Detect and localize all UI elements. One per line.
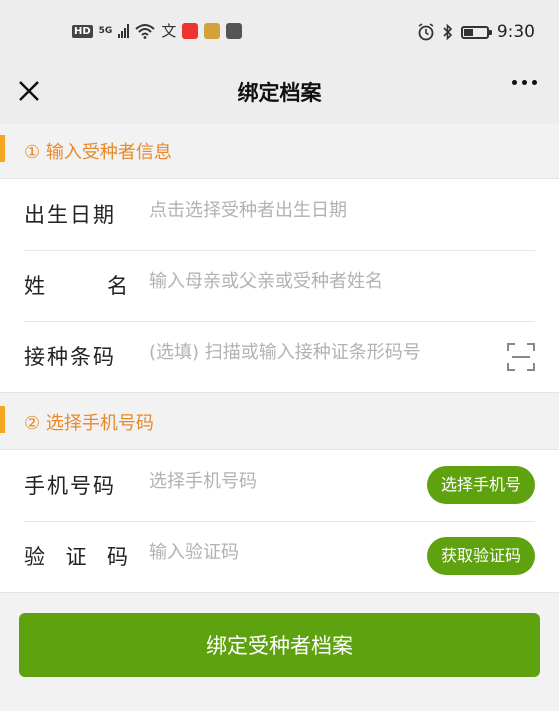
page-title: 绑定档案 (237, 81, 322, 105)
translate-icon: 文 (161, 22, 177, 40)
name-row: 姓名 (0, 250, 559, 321)
code-field[interactable] (149, 542, 389, 563)
name-label: 姓名 (24, 274, 128, 298)
status-time: 9:30 (496, 22, 535, 42)
hd-icon: HD (72, 24, 93, 38)
section-header-phone: ② 选择手机号码 (0, 395, 559, 449)
app-icon (226, 23, 243, 39)
code-label: 验证码 (24, 545, 128, 569)
status-left: HD 5G 文 (72, 22, 243, 40)
section-accent-bar (0, 406, 5, 433)
barcode-label: 接种条码 (24, 345, 116, 369)
status-bar: HD 5G 文 9:30 (0, 0, 559, 66)
battery-icon (460, 25, 492, 39)
birth-date-label: 出生日期 (24, 203, 116, 227)
nav-bar: 绑定档案 (0, 66, 559, 124)
barcode-field[interactable] (149, 342, 494, 363)
section-title-info: ① 输入受种者信息 (24, 142, 172, 163)
barcode-row: 接种条码 (0, 321, 559, 392)
section-header-info: ① 输入受种者信息 (0, 124, 559, 178)
phone-label: 手机号码 (24, 474, 116, 498)
code-row: 验证码 获取验证码 (0, 521, 559, 592)
info-card: 出生日期 姓名 接种条码 (0, 178, 559, 393)
section-accent-bar (0, 135, 5, 162)
status-right: 9:30 (417, 22, 535, 42)
phone-card: 手机号码 选择手机号 验证码 获取验证码 (0, 449, 559, 593)
birth-date-field[interactable] (149, 200, 449, 221)
bind-record-button[interactable]: 绑定受种者档案 (19, 613, 540, 677)
scan-icon[interactable] (507, 343, 535, 371)
get-code-button[interactable]: 获取验证码 (426, 537, 535, 575)
section-title-phone: ② 选择手机号码 (24, 413, 154, 434)
wifi-icon (135, 24, 155, 39)
signal-icon (118, 24, 130, 38)
app-icon (182, 23, 199, 39)
alarm-icon (418, 23, 434, 41)
phone-row: 手机号码 选择手机号 (0, 450, 559, 521)
select-phone-button[interactable]: 选择手机号 (426, 466, 535, 504)
more-icon[interactable] (512, 80, 537, 85)
phone-field[interactable] (149, 471, 389, 492)
network-type: 5G (98, 26, 113, 36)
birth-date-row[interactable]: 出生日期 (0, 179, 559, 250)
bluetooth-icon (443, 23, 452, 41)
name-field[interactable] (149, 271, 449, 292)
app-icon (204, 23, 221, 39)
